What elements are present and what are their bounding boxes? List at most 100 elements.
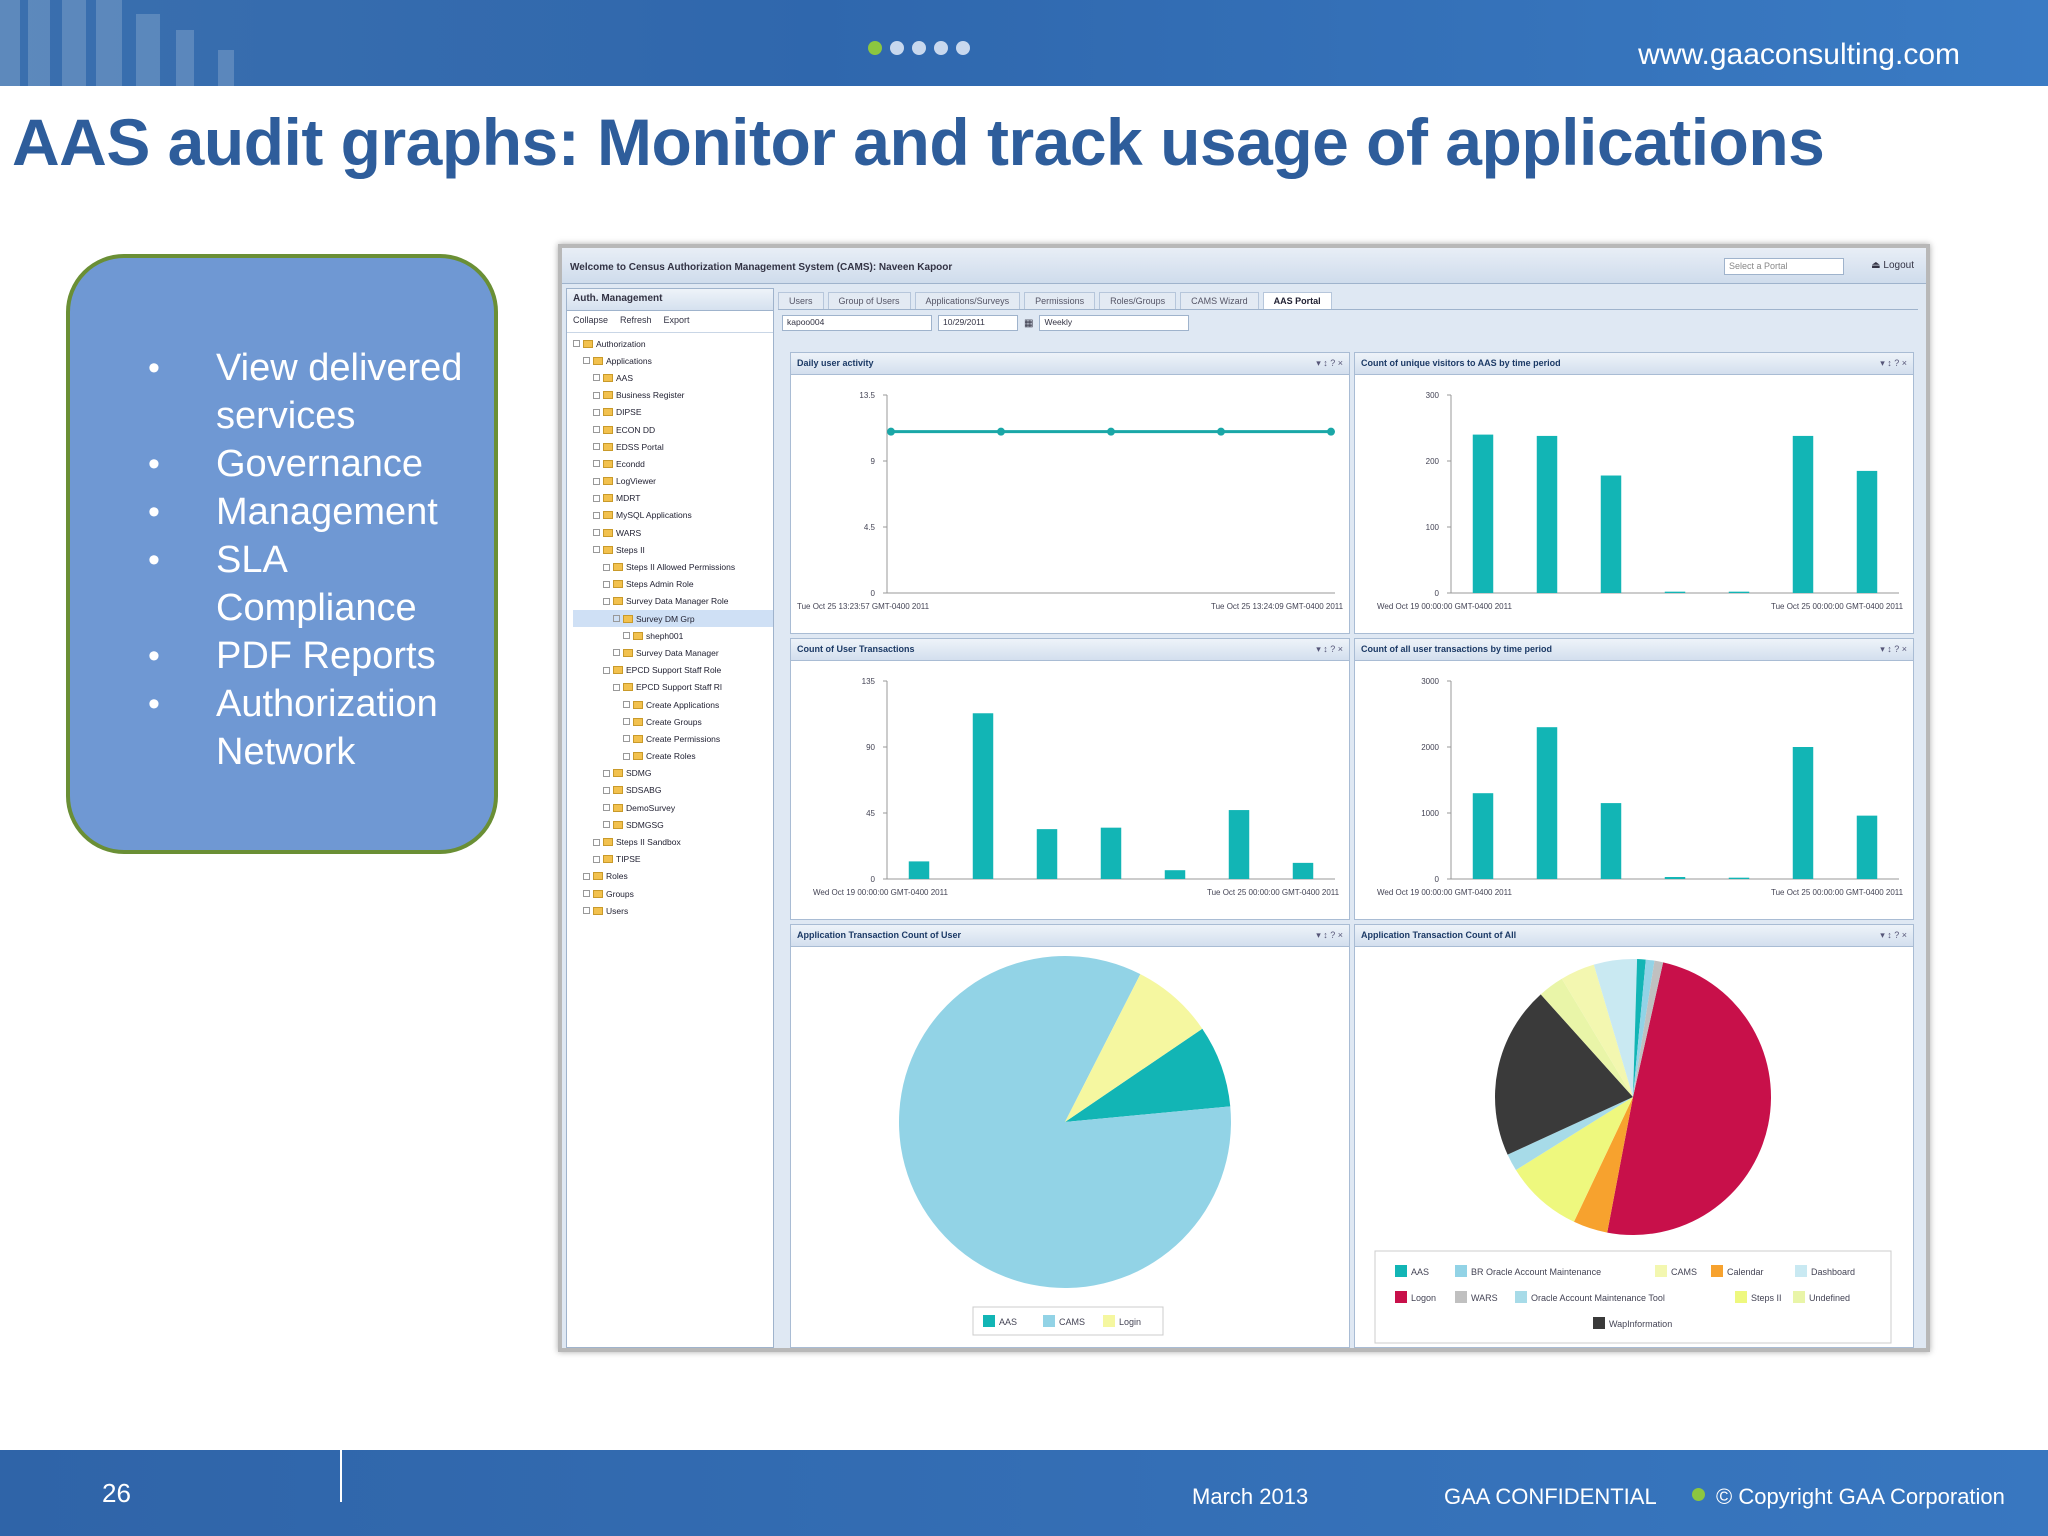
expand-icon[interactable] <box>573 340 580 348</box>
tree-node[interactable]: Create Roles <box>573 748 773 765</box>
tree-node[interactable]: Steps II Sandbox <box>573 833 773 850</box>
expand-icon[interactable] <box>603 769 610 777</box>
bar[interactable] <box>1664 877 1686 879</box>
tree-node[interactable]: Survey DM Grp <box>573 610 773 628</box>
tree-node[interactable]: Survey Data Manager Role <box>573 593 773 610</box>
expand-icon[interactable] <box>603 563 610 571</box>
expand-icon[interactable] <box>583 907 590 915</box>
expand-icon[interactable] <box>593 443 600 451</box>
tree-node[interactable]: EPCD Support Staff Role <box>573 662 773 679</box>
expand-icon[interactable] <box>613 683 620 691</box>
panel-controls[interactable]: ▾ ↕ ? × <box>1316 644 1343 655</box>
bar[interactable] <box>1792 435 1814 593</box>
panel-controls[interactable]: ▾ ↕ ? × <box>1880 930 1907 941</box>
refresh-button[interactable]: Refresh <box>620 315 652 328</box>
data-point[interactable] <box>1107 427 1115 436</box>
tree-node[interactable]: AAS <box>573 369 773 386</box>
tree-node[interactable]: Create Groups <box>573 713 773 730</box>
bar[interactable] <box>1472 793 1494 879</box>
date-filter[interactable]: 10/29/2011 <box>938 315 1018 331</box>
tree-node[interactable]: MDRT <box>573 490 773 507</box>
expand-icon[interactable] <box>593 511 600 519</box>
expand-icon[interactable] <box>623 632 630 640</box>
user-filter[interactable]: kapoo004 <box>782 315 932 331</box>
tree-node[interactable]: Create Permissions <box>573 730 773 747</box>
calendar-icon[interactable]: ▦ <box>1024 318 1033 329</box>
tree-node[interactable]: Groups <box>573 885 773 902</box>
expand-icon[interactable] <box>583 357 590 365</box>
tree-node[interactable]: MySQL Applications <box>573 507 773 524</box>
expand-icon[interactable] <box>603 821 610 829</box>
expand-icon[interactable] <box>613 649 620 657</box>
tree-node[interactable]: DemoSurvey <box>573 799 773 816</box>
bar[interactable] <box>1600 475 1622 593</box>
tree-node[interactable]: Steps Admin Role <box>573 576 773 593</box>
panel-controls[interactable]: ▾ ↕ ? × <box>1880 644 1907 655</box>
bar[interactable] <box>1856 470 1878 593</box>
expand-icon[interactable] <box>583 890 590 898</box>
collapse-button[interactable]: Collapse <box>573 315 608 328</box>
tree-node[interactable]: Create Applications <box>573 696 773 713</box>
panel-controls[interactable]: ▾ ↕ ? × <box>1316 930 1343 941</box>
tab-applications-surveys[interactable]: Applications/Surveys <box>914 292 1021 309</box>
bar[interactable] <box>1856 815 1878 879</box>
bar[interactable] <box>1228 810 1250 879</box>
bar[interactable] <box>1536 727 1558 879</box>
expand-icon[interactable] <box>593 477 600 485</box>
expand-icon[interactable] <box>593 391 600 399</box>
expand-icon[interactable] <box>593 460 600 468</box>
bar[interactable] <box>1472 434 1494 593</box>
expand-icon[interactable] <box>623 752 630 760</box>
tree-node[interactable]: Econdd <box>573 455 773 472</box>
data-point[interactable] <box>997 427 1005 436</box>
data-point[interactable] <box>887 427 895 436</box>
expand-icon[interactable] <box>603 786 610 794</box>
tree-node[interactable]: LogViewer <box>573 473 773 490</box>
logout-button[interactable]: ⏏ Logout <box>1871 260 1914 271</box>
tree-node[interactable]: EDSS Portal <box>573 438 773 455</box>
expand-icon[interactable] <box>613 615 620 623</box>
tree-node[interactable]: Roles <box>573 868 773 885</box>
tree-node[interactable]: EPCD Support Staff Rl <box>573 679 773 696</box>
bar[interactable] <box>972 713 994 879</box>
data-point[interactable] <box>1327 427 1335 436</box>
bar[interactable] <box>1728 591 1750 593</box>
tree-node[interactable]: Users <box>573 902 773 919</box>
bar[interactable] <box>1792 747 1814 879</box>
expand-icon[interactable] <box>603 597 610 605</box>
tree-node[interactable]: Applications <box>573 352 773 369</box>
tree-node[interactable]: SDMG <box>573 765 773 782</box>
expand-icon[interactable] <box>623 701 630 709</box>
bar[interactable] <box>1536 435 1558 593</box>
tree-node[interactable]: Survey Data Manager <box>573 644 773 661</box>
bar[interactable] <box>1664 591 1686 593</box>
bar[interactable] <box>1600 803 1622 879</box>
expand-icon[interactable] <box>593 855 600 863</box>
expand-icon[interactable] <box>583 872 590 880</box>
panel-controls[interactable]: ▾ ↕ ? × <box>1316 358 1343 369</box>
expand-icon[interactable] <box>593 374 600 382</box>
tab-permissions[interactable]: Permissions <box>1024 292 1096 309</box>
expand-icon[interactable] <box>593 426 600 434</box>
portal-select[interactable]: Select a Portal <box>1724 258 1844 275</box>
tree-node[interactable]: Steps II <box>573 541 773 558</box>
expand-icon[interactable] <box>603 666 610 674</box>
expand-icon[interactable] <box>603 580 610 588</box>
panel-controls[interactable]: ▾ ↕ ? × <box>1880 358 1907 369</box>
bar[interactable] <box>1728 877 1750 879</box>
tree-node[interactable]: SDMGSG <box>573 816 773 833</box>
bar[interactable] <box>908 861 930 879</box>
expand-icon[interactable] <box>593 494 600 502</box>
tree-node[interactable]: Authorization <box>573 335 773 352</box>
tab-users[interactable]: Users <box>778 292 824 309</box>
tree-node[interactable]: Steps II Allowed Permissions <box>573 558 773 575</box>
expand-icon[interactable] <box>603 804 610 812</box>
bar[interactable] <box>1164 870 1186 879</box>
expand-icon[interactable] <box>623 735 630 743</box>
tab-cams-wizard[interactable]: CAMS Wizard <box>1180 292 1259 309</box>
tree-node[interactable]: TIPSE <box>573 851 773 868</box>
tree-node[interactable]: Business Register <box>573 387 773 404</box>
expand-icon[interactable] <box>593 408 600 416</box>
tab-aas-portal[interactable]: AAS Portal <box>1262 292 1332 309</box>
period-filter[interactable]: Weekly <box>1039 315 1190 331</box>
